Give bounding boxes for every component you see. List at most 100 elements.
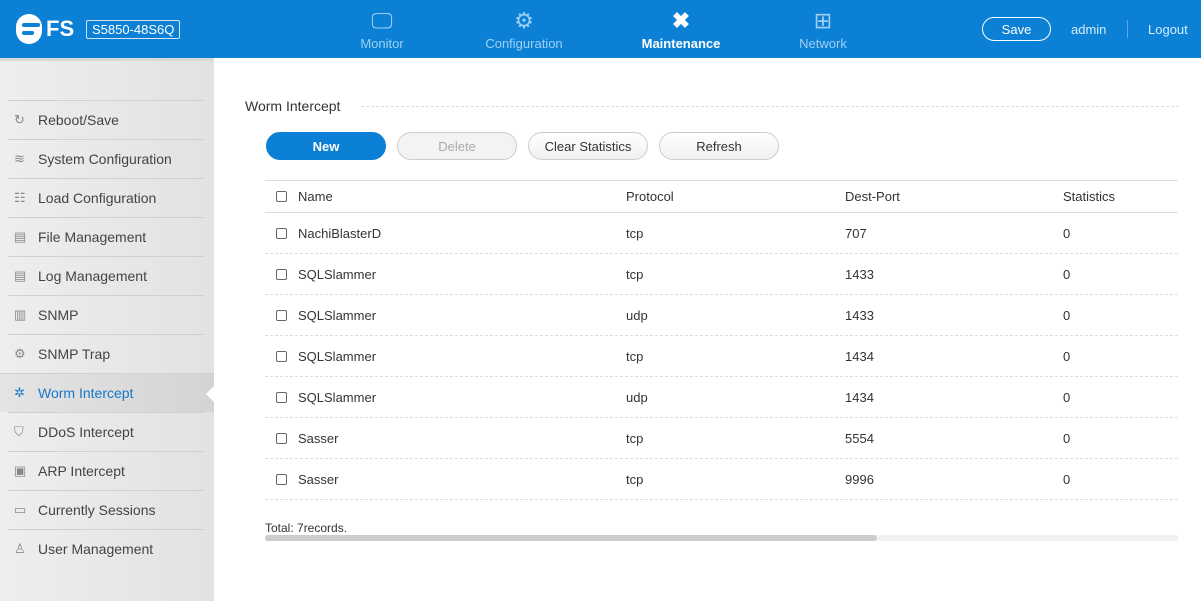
table-cell: tcp <box>626 348 644 364</box>
new-button[interactable]: New <box>266 132 386 160</box>
column-header[interactable]: Statistics <box>1063 189 1115 204</box>
table-cell: 0 <box>1063 307 1071 323</box>
row-checkbox[interactable] <box>276 432 287 444</box>
column-header[interactable]: Name <box>298 189 626 204</box>
logo-text: FS <box>46 16 75 41</box>
sidebar-item-label: User Management <box>38 541 154 557</box>
row-checkbox[interactable] <box>276 268 287 280</box>
sidebar-item-snmp-trap[interactable]: ⚙ SNMP Trap <box>8 334 204 373</box>
table-cell: SQLSlammer <box>298 348 377 364</box>
sidebar-item-label: SNMP Trap <box>38 346 111 362</box>
worm-table: Name Protocol Dest-Port Statistics Nachi… <box>265 180 1178 500</box>
refresh-button[interactable]: Refresh <box>659 132 779 160</box>
table-cell: 1433 <box>845 307 874 323</box>
nav-maintenance[interactable]: ✖ Maintenance <box>638 0 724 58</box>
table-row[interactable]: SQLSlammer tcp 1433 0 <box>265 254 1178 295</box>
nav-monitor[interactable]: 🖵 Monitor <box>350 0 414 58</box>
column-header[interactable]: Dest-Port <box>845 189 1063 204</box>
delete-button[interactable]: Delete <box>397 132 517 160</box>
menu-icon: ☷ <box>14 190 26 205</box>
menu-icon: ↻ <box>14 112 25 127</box>
table-cell: 0 <box>1063 430 1071 446</box>
table-cell: 1434 <box>845 389 874 405</box>
table-cell: tcp <box>626 471 644 487</box>
sidebar-item-reboot-save[interactable]: ↻ Reboot/Save <box>8 100 204 139</box>
scrollbar-thumb[interactable] <box>265 535 877 541</box>
table-cell: NachiBlasterD <box>298 225 382 241</box>
row-checkbox[interactable] <box>276 227 287 239</box>
sidebar-item-snmp[interactable]: ▥ SNMP <box>8 295 204 334</box>
table-cell: 1433 <box>845 266 874 282</box>
divider <box>1127 20 1128 38</box>
sidebar-item-currently-sessions[interactable]: ▭ Currently Sessions <box>8 490 204 529</box>
save-button[interactable]: Save <box>982 17 1051 41</box>
table-cell: SQLSlammer <box>298 307 377 323</box>
sidebar-item-ddos-intercept[interactable]: ⛉ DDoS Intercept <box>8 412 204 451</box>
row-checkbox[interactable] <box>276 473 287 485</box>
horizontal-scrollbar[interactable] <box>265 535 1178 541</box>
table-cell: SQLSlammer <box>298 266 377 282</box>
table-row[interactable]: Sasser tcp 9996 0 <box>265 459 1178 500</box>
table-row[interactable]: SQLSlammer udp 1433 0 <box>265 295 1178 336</box>
device-model: S5850-48S6Q <box>86 20 181 39</box>
menu-icon: ▤ <box>14 268 27 283</box>
sidebar-item-label: System Configuration <box>38 151 172 167</box>
fs-logo: FS <box>16 14 74 44</box>
table-cell: 0 <box>1063 471 1071 487</box>
table-cell: SQLSlammer <box>298 389 377 405</box>
sidebar-item-user-management[interactable]: ♙ User Management <box>8 529 204 568</box>
column-header[interactable]: Protocol <box>626 189 845 204</box>
table-row[interactable]: Sasser tcp 5554 0 <box>265 418 1178 459</box>
nav-label: Monitor <box>360 36 404 51</box>
table-row[interactable]: NachiBlasterD tcp 707 0 <box>265 213 1178 254</box>
row-checkbox[interactable] <box>276 350 287 362</box>
gear-icon: ⚙ <box>514 8 534 33</box>
menu-icon: ✲ <box>14 385 25 400</box>
table-cell: 5554 <box>845 430 874 446</box>
network-icon: ⊞ <box>813 8 833 33</box>
row-checkbox[interactable] <box>276 309 287 321</box>
table-cell: 0 <box>1063 266 1071 282</box>
sidebar-item-system-configuration[interactable]: ≋ System Configuration <box>8 139 204 178</box>
sidebar-item-label: Reboot/Save <box>38 112 119 128</box>
nav-label: Configuration <box>485 36 563 51</box>
total-records: Total: 7records. <box>265 521 348 535</box>
sidebar-item-load-configuration[interactable]: ☷ Load Configuration <box>8 178 204 217</box>
monitor-icon: 🖵 <box>371 8 393 33</box>
table-cell: tcp <box>626 430 644 446</box>
table-cell: Sasser <box>298 471 339 487</box>
select-all-checkbox[interactable] <box>276 191 287 202</box>
row-checkbox[interactable] <box>276 391 287 403</box>
table-cell: 9996 <box>845 471 874 487</box>
clear-statistics-button[interactable]: Clear Statistics <box>528 132 648 160</box>
table-cell: udp <box>626 389 648 405</box>
menu-icon: ▥ <box>14 307 27 322</box>
nav-network[interactable]: ⊞ Network <box>792 0 854 58</box>
sidebar-item-worm-intercept[interactable]: ✲ Worm Intercept <box>0 373 214 412</box>
table-cell: tcp <box>626 266 644 282</box>
menu-icon: ▣ <box>14 463 27 478</box>
user-name[interactable]: admin <box>1071 22 1106 37</box>
table-row[interactable]: SQLSlammer tcp 1434 0 <box>265 336 1178 377</box>
menu-icon: ▤ <box>14 229 27 244</box>
table-cell: 1434 <box>845 348 874 364</box>
table-cell: 0 <box>1063 348 1071 364</box>
top-header: FS S5850-48S6Q 🖵 Monitor ⚙ Configuration ✖… <box>0 0 1201 58</box>
page-title: Worm Intercept <box>245 98 341 114</box>
nav-configuration[interactable]: ⚙ Configuration <box>480 0 568 58</box>
sidebar-item-arp-intercept[interactable]: ▣ ARP Intercept <box>8 451 204 490</box>
menu-icon: ▭ <box>14 502 27 517</box>
tools-icon: ✖ <box>671 8 691 33</box>
sidebar-item-file-management[interactable]: ▤ File Management <box>8 217 204 256</box>
logout-link[interactable]: Logout <box>1148 22 1188 37</box>
sidebar-item-label: ARP Intercept <box>38 463 125 479</box>
table-row[interactable]: SQLSlammer udp 1434 0 <box>265 377 1178 418</box>
sidebar-item-label: Log Management <box>38 268 147 284</box>
sidebar-item-log-management[interactable]: ▤ Log Management <box>8 256 204 295</box>
nav-label: Network <box>799 36 847 51</box>
table-cell: 0 <box>1063 389 1071 405</box>
menu-icon: ≋ <box>14 151 25 166</box>
sidebar-item-label: File Management <box>38 229 147 245</box>
sidebar-item-label: DDoS Intercept <box>38 424 134 440</box>
menu-icon: ♙ <box>14 541 26 556</box>
